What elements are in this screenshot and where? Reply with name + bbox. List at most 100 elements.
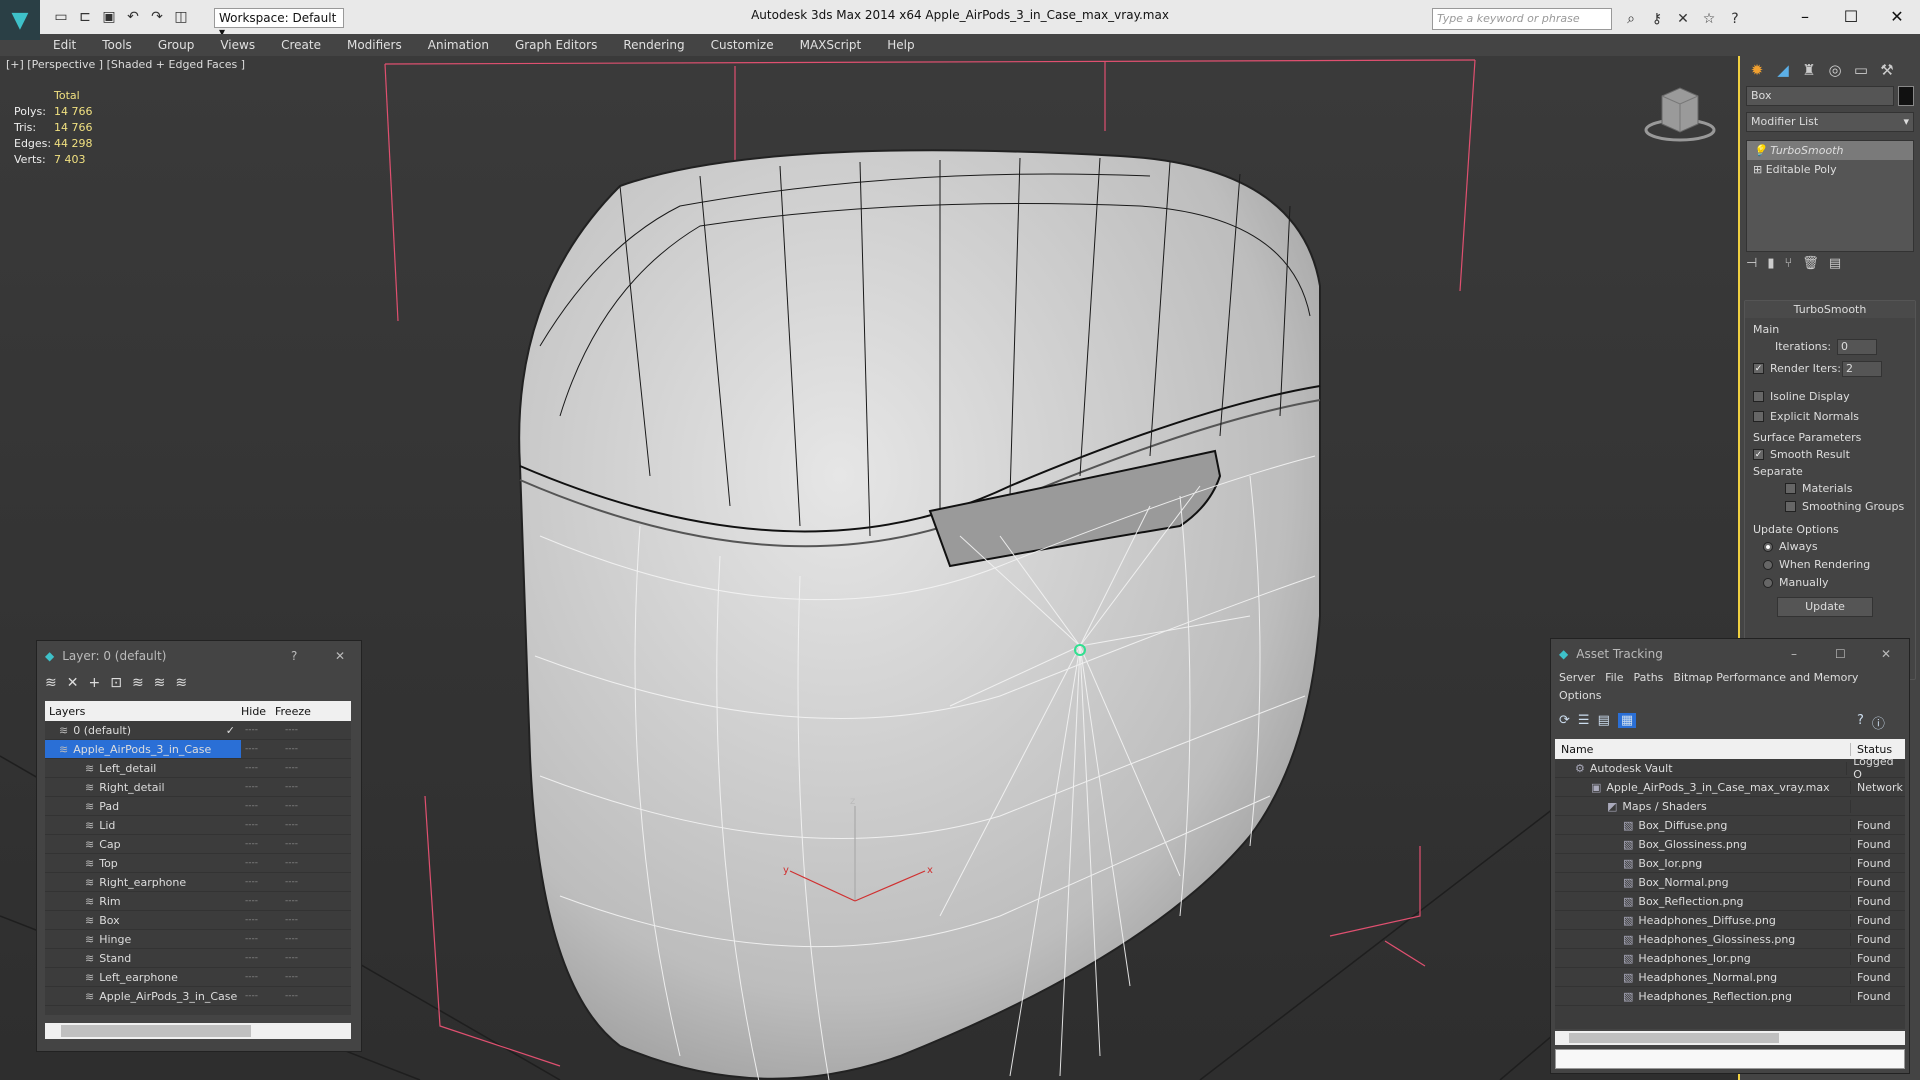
app-logo-icon[interactable]: ▼ [0, 0, 40, 40]
asset-row[interactable]: ▧ Headphones_Normal.png Found [1555, 968, 1905, 987]
new-layer-icon[interactable]: ≋ [45, 675, 57, 691]
freeze-cell[interactable]: ---- [275, 801, 298, 811]
open-file-icon[interactable]: ⊏ [74, 6, 96, 28]
freeze-cell[interactable]: ---- [275, 991, 298, 1001]
create-tab-icon[interactable]: ✹ [1744, 58, 1770, 82]
layer-panel-close-button[interactable]: ✕ [335, 649, 345, 663]
layer-row[interactable]: ≋ Left_detail ---- ---- [45, 759, 351, 778]
hide-cell[interactable]: ---- [241, 934, 275, 944]
asset-row[interactable]: ▧ Box_Diffuse.png Found [1555, 816, 1905, 835]
hide-cell[interactable]: ---- [241, 858, 275, 868]
layer-row[interactable]: ≋ Right_earphone ---- ---- [45, 873, 351, 892]
freeze-cell[interactable]: ---- [275, 896, 298, 906]
hide-cell[interactable]: ---- [241, 839, 275, 849]
update-button[interactable]: Update [1777, 597, 1873, 617]
hide-cell[interactable]: ---- [241, 915, 275, 925]
menu-group[interactable]: Group [145, 38, 208, 52]
asset-info-icon[interactable]: ⓘ [1872, 713, 1885, 732]
favorites-icon[interactable]: ☆ [1698, 8, 1720, 30]
asset-panel-minimize[interactable]: – [1791, 647, 1797, 661]
asset-path-field[interactable] [1555, 1049, 1905, 1069]
col-freeze[interactable]: Freeze [275, 705, 311, 718]
asset-row[interactable]: ▧ Box_Reflection.png Found [1555, 892, 1905, 911]
layer-row[interactable]: ≋ Apple_AirPods_3_in_Case ---- ---- [45, 987, 351, 1006]
hide-cell[interactable]: ---- [241, 896, 275, 906]
col-layers[interactable]: Layers [45, 705, 241, 718]
hide-cell[interactable]: ---- [241, 877, 275, 887]
menu-maxscript[interactable]: MAXScript [787, 38, 875, 52]
menu-tools[interactable]: Tools [89, 38, 145, 52]
minimize-button[interactable]: – [1782, 0, 1828, 32]
asset-panel-titlebar[interactable]: ◆ Asset Tracking – ☐ ✕ [1551, 639, 1909, 669]
display-tab-icon[interactable]: ▭ [1848, 58, 1874, 82]
delete-layer-icon[interactable]: ✕ [67, 675, 79, 691]
layer-row[interactable]: ≋ Top ---- ---- [45, 854, 351, 873]
render-iters-spinner[interactable]: 2 [1842, 360, 1882, 377]
layer-row[interactable]: ≋ Right_detail ---- ---- [45, 778, 351, 797]
freeze-cell[interactable]: ---- [275, 877, 298, 887]
menu-modifiers[interactable]: Modifiers [334, 38, 415, 52]
layer-panel-help-button[interactable]: ? [291, 649, 297, 663]
asset-row[interactable]: ◩ Maps / Shaders [1555, 797, 1905, 816]
asset-row[interactable]: ▧ Headphones_Glossiness.png Found [1555, 930, 1905, 949]
freeze-cell[interactable]: ---- [275, 953, 298, 963]
asset-row[interactable]: ▧ Box_Glossiness.png Found [1555, 835, 1905, 854]
remove-modifier-icon[interactable]: 🗑 [1802, 256, 1819, 271]
layer-hscrollbar[interactable] [45, 1023, 351, 1039]
layer-row[interactable]: ≋ Rim ---- ---- [45, 892, 351, 911]
asset-menu-file[interactable]: File [1605, 671, 1623, 684]
freeze-cell[interactable]: ---- [275, 839, 298, 849]
object-color-swatch[interactable] [1898, 86, 1914, 106]
workspace-dropdown[interactable]: Workspace: Default ▾ [214, 8, 344, 39]
asset-row[interactable]: ▧ Headphones_Diffuse.png Found [1555, 911, 1905, 930]
stack-item-turbosmooth[interactable]: 💡 TurboSmooth [1747, 141, 1913, 160]
pin-stack-icon[interactable]: ⊣ [1746, 256, 1757, 271]
search-input[interactable]: Type a keyword or phrase [1432, 8, 1612, 30]
asset-row[interactable]: ▧ Headphones_Reflection.png Found [1555, 987, 1905, 1006]
asset-menu-server[interactable]: Server [1559, 671, 1595, 684]
freeze-cell[interactable]: ---- [275, 915, 298, 925]
stack-item-editable-poly[interactable]: ⊞ Editable Poly [1747, 160, 1913, 179]
freeze-cell[interactable]: ---- [275, 763, 298, 773]
always-radio[interactable] [1763, 541, 1773, 552]
add-to-layer-icon[interactable]: + [88, 675, 100, 691]
freeze-all-icon[interactable]: ≋ [175, 675, 187, 691]
layer-row[interactable]: ≋ Box ---- ---- [45, 911, 351, 930]
smooth-result-checkbox[interactable]: ✓ [1753, 449, 1764, 460]
new-file-icon[interactable]: ▭ [50, 6, 72, 28]
freeze-cell[interactable]: ---- [275, 725, 298, 735]
show-end-result-icon[interactable]: ▮ [1767, 256, 1774, 271]
asset-row[interactable]: ▣ Apple_AirPods_3_in_Case_max_vray.max Net… [1555, 778, 1905, 797]
manually-radio[interactable] [1763, 577, 1773, 588]
iterations-spinner[interactable]: 0 [1837, 338, 1877, 355]
configure-sets-icon[interactable]: ▤ [1829, 256, 1841, 271]
asset-hscrollbar[interactable] [1555, 1031, 1905, 1045]
save-icon[interactable]: ▣ [98, 6, 120, 28]
hide-cell[interactable]: ---- [241, 782, 275, 792]
menu-animation[interactable]: Animation [415, 38, 502, 52]
object-name-field[interactable]: Box [1746, 86, 1894, 106]
hide-cell[interactable]: ---- [241, 991, 275, 1001]
asset-help-icon[interactable]: ? [1857, 713, 1864, 732]
menu-views[interactable]: Views [207, 38, 268, 52]
layer-row[interactable]: ≋ Apple_AirPods_3_in_Case ---- ---- [45, 740, 351, 759]
refresh-icon[interactable]: ⟳ [1559, 713, 1570, 728]
modifier-stack[interactable]: 💡 TurboSmooth ⊞ Editable Poly [1746, 140, 1914, 252]
render-iters-checkbox[interactable]: ✓ [1753, 363, 1764, 374]
menu-help[interactable]: Help [874, 38, 927, 52]
layer-row[interactable]: ≋ Cap ---- ---- [45, 835, 351, 854]
make-unique-icon[interactable]: ⑂ [1784, 256, 1792, 271]
modifier-list-dropdown[interactable]: Modifier List ▾ [1746, 112, 1914, 132]
table-view-icon[interactable]: ▦ [1617, 713, 1637, 728]
asset-row[interactable]: ⚙ Autodesk Vault Logged O [1555, 759, 1905, 781]
col-status[interactable]: Status [1851, 743, 1892, 756]
asset-panel-maximize[interactable]: ☐ [1835, 647, 1846, 661]
help-icon[interactable]: ? [1724, 8, 1746, 30]
materials-checkbox[interactable] [1785, 483, 1796, 494]
rollout-title[interactable]: TurboSmooth [1745, 301, 1915, 318]
freeze-cell[interactable]: ---- [275, 972, 298, 982]
col-name[interactable]: Name [1555, 742, 1851, 756]
layer-row[interactable]: ≋ Pad ---- ---- [45, 797, 351, 816]
layer-row[interactable]: ≋ Left_earphone ---- ---- [45, 968, 351, 987]
maximize-button[interactable]: ☐ [1828, 0, 1874, 32]
